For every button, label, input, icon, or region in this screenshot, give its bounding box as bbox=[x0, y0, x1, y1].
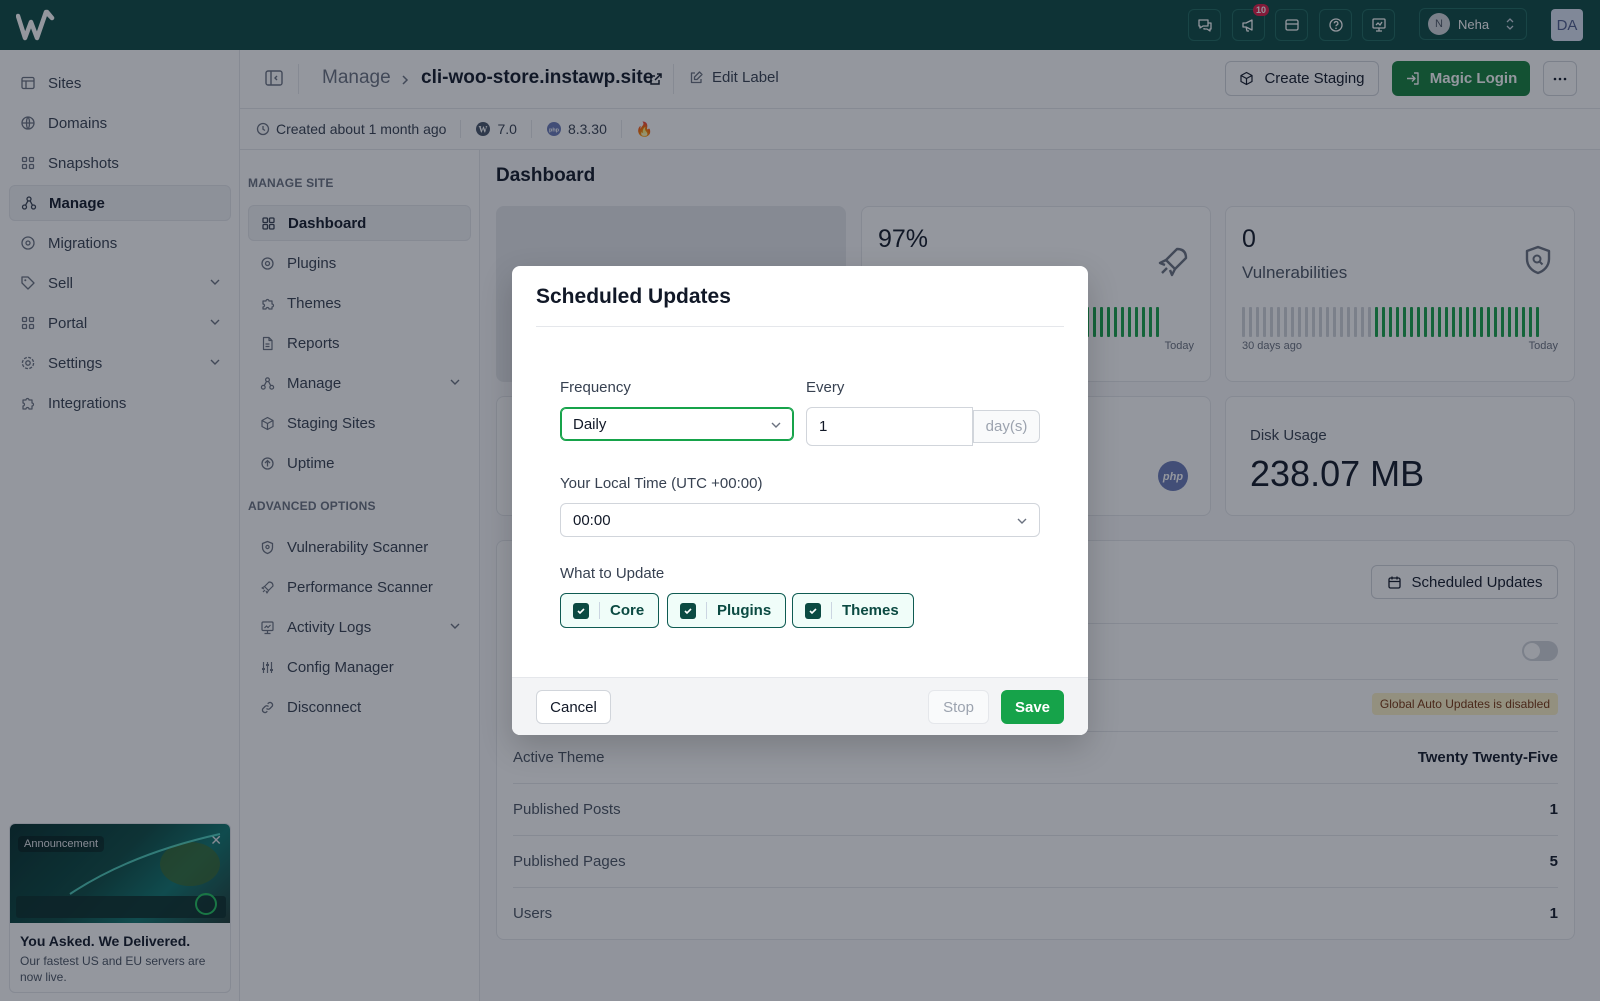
local-time-value: 00:00 bbox=[573, 511, 611, 529]
chevron-down-icon bbox=[771, 422, 781, 428]
cancel-button[interactable]: Cancel bbox=[536, 690, 611, 724]
every-label: Every bbox=[806, 379, 845, 396]
update-option-label: Themes bbox=[842, 602, 899, 619]
modal-divider bbox=[536, 326, 1064, 327]
what-to-update-label: What to Update bbox=[560, 565, 665, 582]
update-option-core[interactable]: Core bbox=[560, 593, 660, 628]
update-option-themes[interactable]: Themes bbox=[792, 593, 914, 628]
checkbox-checked-icon[interactable] bbox=[805, 602, 821, 619]
modal-title: Scheduled Updates bbox=[536, 285, 731, 308]
scheduled-updates-modal: Scheduled Updates Frequency Daily Every … bbox=[512, 266, 1088, 735]
frequency-label: Frequency bbox=[560, 379, 631, 396]
frequency-value: Daily bbox=[573, 415, 607, 433]
checkbox-checked-icon[interactable] bbox=[680, 602, 696, 619]
every-input[interactable] bbox=[806, 407, 973, 446]
chevron-down-icon bbox=[1017, 518, 1027, 524]
local-time-label: Your Local Time (UTC +00:00) bbox=[560, 475, 763, 492]
update-option-plugins[interactable]: Plugins bbox=[667, 593, 787, 628]
local-time-select[interactable]: 00:00 bbox=[560, 503, 1040, 537]
checkbox-checked-icon[interactable] bbox=[573, 602, 589, 619]
every-unit: day(s) bbox=[973, 410, 1040, 443]
modal-footer: Cancel Stop Save bbox=[512, 677, 1088, 735]
stop-button[interactable]: Stop bbox=[928, 690, 989, 724]
save-button[interactable]: Save bbox=[1001, 690, 1064, 724]
update-option-label: Plugins bbox=[717, 602, 772, 619]
update-option-label: Core bbox=[610, 602, 645, 619]
frequency-select[interactable]: Daily bbox=[560, 407, 794, 441]
